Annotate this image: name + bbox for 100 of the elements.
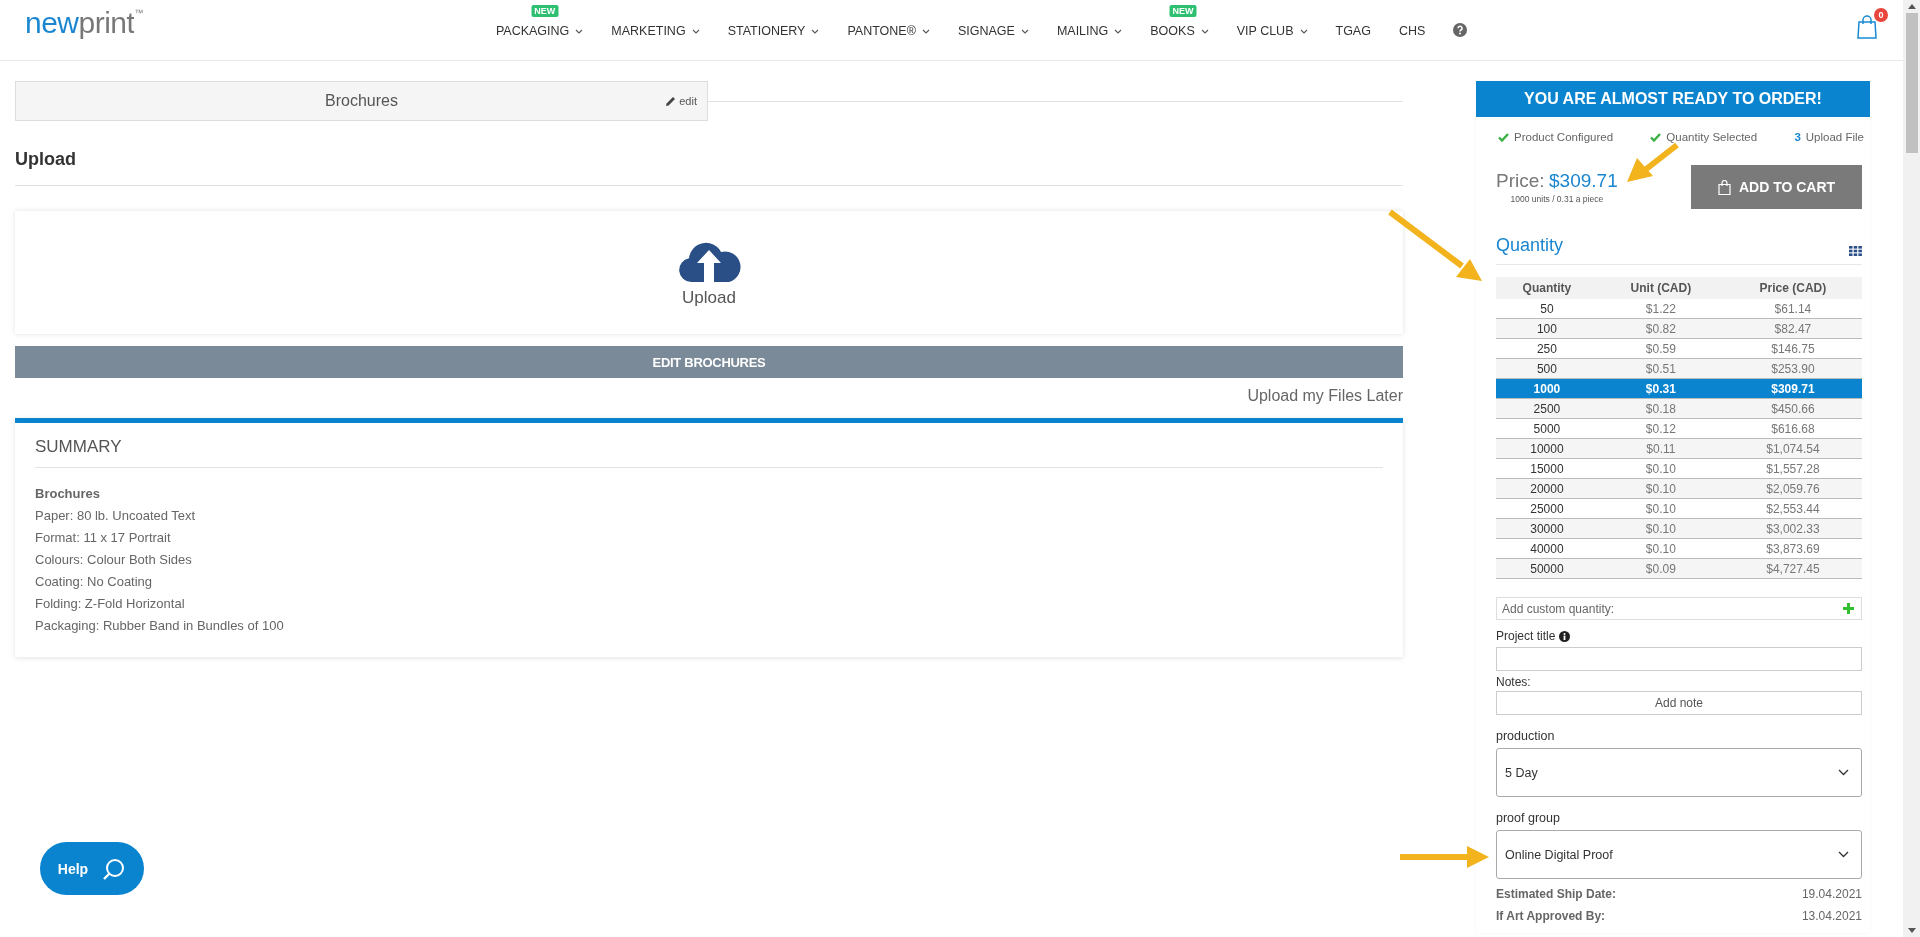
ship-label: Estimated Ship Date: bbox=[1496, 887, 1617, 901]
proof-group-select[interactable]: Online Digital Proof bbox=[1496, 830, 1862, 879]
custom-quantity-field[interactable]: Add custom quantity: bbox=[1496, 597, 1862, 620]
table-cell: 100 bbox=[1496, 318, 1598, 339]
table-cell: 50000 bbox=[1496, 558, 1598, 579]
scroll-down-icon[interactable] bbox=[1907, 928, 1916, 933]
quantity-row[interactable]: 25000 $0.10 $2,553.44 bbox=[1496, 498, 1862, 519]
nav-link[interactable]: TGAG bbox=[1335, 22, 1371, 38]
edit-link[interactable]: edit bbox=[665, 95, 697, 107]
upload-label: Upload bbox=[682, 287, 736, 308]
summary-title: SUMMARY bbox=[35, 437, 123, 458]
ship-label: If Art Approved By: bbox=[1496, 909, 1606, 923]
quantity-row[interactable]: 500 $0.51 $253.90 bbox=[1496, 358, 1862, 379]
nav-link[interactable]: SIGNAGE bbox=[957, 22, 1029, 38]
edit-brochures-button[interactable]: EDIT BROCHURES bbox=[15, 346, 1403, 378]
quantity-row[interactable]: 250 $0.59 $146.75 bbox=[1496, 338, 1862, 359]
shopping-bag-icon bbox=[1857, 14, 1877, 39]
ship-date: 19.04.2021 bbox=[1801, 887, 1862, 901]
help-icon[interactable] bbox=[1453, 23, 1468, 37]
summary-line: Folding: Z-Fold Horizontal bbox=[35, 595, 186, 613]
add-note-button[interactable]: Add note bbox=[1496, 691, 1862, 715]
annotation-arrow bbox=[1627, 142, 1679, 182]
step-label: Quantity Selected bbox=[1666, 131, 1758, 143]
nav-link[interactable]: CHS bbox=[1398, 22, 1426, 38]
summary-line: Packaging: Rubber Band in Bundles of 100 bbox=[35, 617, 285, 635]
table-cell: 15000 bbox=[1496, 458, 1598, 479]
production-select[interactable]: 5 Day bbox=[1496, 748, 1862, 797]
column-header: Price (CAD) bbox=[1723, 277, 1862, 299]
nav-link[interactable]: PANTONE® bbox=[847, 22, 930, 38]
field-label: Notes: bbox=[1496, 675, 1532, 689]
search-icon bbox=[102, 856, 127, 881]
chevron-down-icon bbox=[811, 28, 820, 34]
chevron-down-icon bbox=[1200, 28, 1209, 34]
table-cell: 20000 bbox=[1496, 478, 1598, 499]
info-icon bbox=[1559, 630, 1571, 642]
quantity-row[interactable]: 100 $0.82 $82.47 bbox=[1496, 318, 1862, 339]
cart-count-badge: 0 bbox=[1874, 7, 1888, 22]
cart-button[interactable]: 0 bbox=[1857, 7, 1888, 43]
quantity-row[interactable]: 5000 $0.12 $616.68 bbox=[1496, 418, 1862, 439]
scrollbar[interactable] bbox=[1903, 0, 1920, 937]
table-cell: $0.10 bbox=[1597, 458, 1724, 479]
quantity-row[interactable]: 30000 $0.10 $3,002.33 bbox=[1496, 518, 1862, 539]
table-cell: $0.10 bbox=[1597, 538, 1724, 559]
table-cell: $146.75 bbox=[1723, 338, 1862, 359]
upload-dropzone[interactable]: Upload bbox=[15, 211, 1403, 334]
nav-link[interactable]: VIP CLUB bbox=[1236, 22, 1308, 38]
field-label: production bbox=[1496, 729, 1556, 743]
scrollbar-thumb[interactable] bbox=[1905, 13, 1918, 153]
chevron-down-icon bbox=[691, 28, 700, 34]
table-cell: $1,557.28 bbox=[1723, 458, 1862, 479]
quantity-row[interactable]: 15000 $0.10 $1,557.28 bbox=[1496, 458, 1862, 479]
section-heading: Upload bbox=[15, 149, 77, 170]
table-cell: $0.12 bbox=[1597, 418, 1724, 439]
nav-link[interactable]: MAILING bbox=[1056, 22, 1123, 38]
field-label: Project title bbox=[1496, 629, 1556, 643]
table-cell: 50 bbox=[1496, 299, 1598, 319]
summary-line: Colours: Colour Both Sides bbox=[35, 551, 193, 569]
summary-line: Paper: 80 lb. Uncoated Text bbox=[35, 507, 197, 525]
grid-icon[interactable] bbox=[1849, 246, 1862, 256]
table-cell: 10000 bbox=[1496, 438, 1598, 459]
quantity-row[interactable]: 40000 $0.10 $3,873.69 bbox=[1496, 538, 1862, 559]
chevron-down-icon bbox=[1114, 28, 1123, 34]
check-icon bbox=[1498, 132, 1509, 142]
summary-line: Format: 11 x 17 Portrait bbox=[35, 529, 172, 547]
chevron-down-icon bbox=[1299, 28, 1308, 34]
chevron-down-icon bbox=[921, 28, 930, 34]
table-cell: 25000 bbox=[1496, 498, 1598, 519]
quantity-row[interactable]: 50000 $0.09 $4,727.45 bbox=[1496, 558, 1862, 579]
nav-link[interactable]: MARKETING bbox=[611, 22, 700, 38]
nav-link[interactable]: STATIONERY bbox=[727, 22, 820, 38]
price-note: 1000 units / 0.31 a piece bbox=[1510, 194, 1604, 204]
price-value: $309.71 bbox=[1549, 170, 1618, 191]
scroll-up-icon[interactable] bbox=[1907, 4, 1916, 9]
shopping-bag-icon bbox=[1717, 179, 1731, 195]
quantity-row[interactable]: 1000 $0.31 $309.71 bbox=[1496, 378, 1862, 399]
upload-later-link[interactable]: Upload my Files Later bbox=[1247, 387, 1403, 405]
table-cell: 2500 bbox=[1496, 398, 1598, 419]
table-cell: $0.10 bbox=[1597, 498, 1724, 519]
quantity-heading: Quantity bbox=[1496, 235, 1564, 256]
check-icon bbox=[1650, 132, 1662, 142]
quantity-row[interactable]: 2500 $0.18 $450.66 bbox=[1496, 398, 1862, 419]
step-label: Product Configured bbox=[1514, 131, 1614, 143]
table-cell: $616.68 bbox=[1723, 418, 1862, 439]
table-cell: 40000 bbox=[1496, 538, 1598, 559]
chevron-down-icon bbox=[1020, 28, 1029, 34]
product-title: Brochures bbox=[325, 92, 398, 110]
step-label: Upload File bbox=[1805, 131, 1864, 143]
price-label: Price: bbox=[1496, 170, 1545, 191]
quantity-row[interactable]: 20000 $0.10 $2,059.76 bbox=[1496, 478, 1862, 499]
field-label: proof group bbox=[1496, 811, 1561, 825]
help-button[interactable]: Help bbox=[40, 842, 144, 895]
add-to-cart-button[interactable]: ADD TO CART bbox=[1691, 165, 1862, 209]
chevron-down-icon bbox=[575, 28, 584, 34]
quantity-row[interactable]: 50 $1.22 $61.14 bbox=[1496, 299, 1862, 319]
new-badge: NEW bbox=[531, 5, 559, 17]
new-badge: NEW bbox=[1169, 5, 1197, 17]
quantity-row[interactable]: 10000 $0.11 $1,074.54 bbox=[1496, 438, 1862, 459]
summary-product: Brochures bbox=[35, 485, 102, 503]
project-title-input[interactable] bbox=[1496, 647, 1862, 671]
table-cell: $2,553.44 bbox=[1723, 498, 1862, 519]
